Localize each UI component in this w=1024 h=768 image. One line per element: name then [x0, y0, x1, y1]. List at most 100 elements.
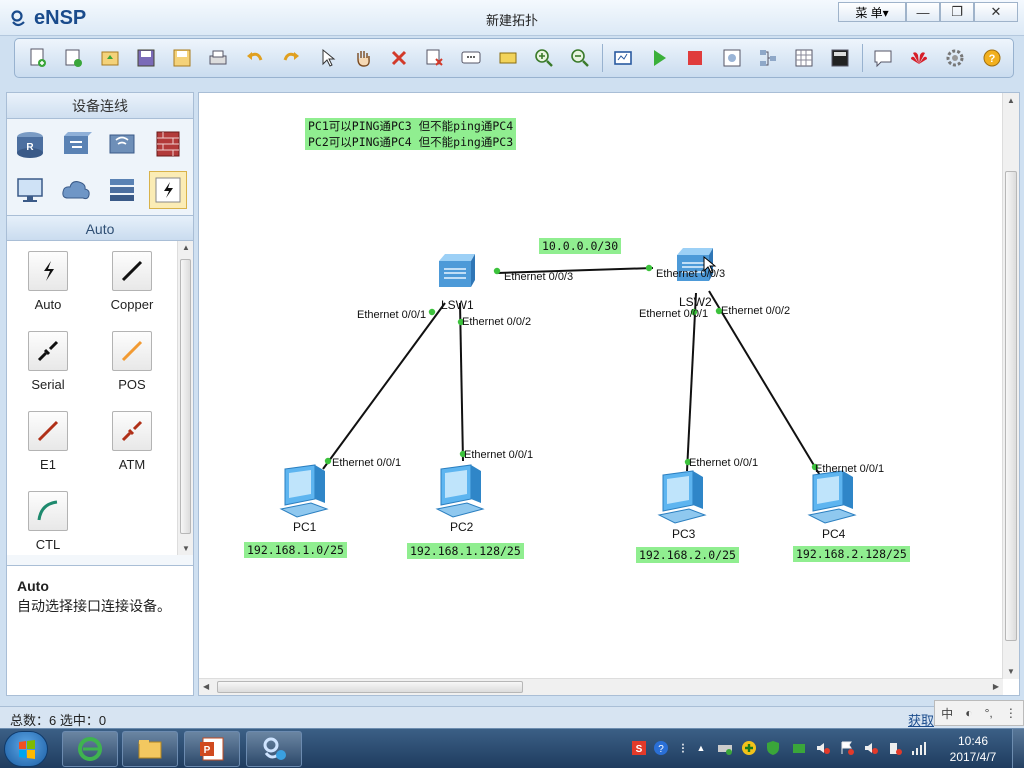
scrollbar-thumb[interactable]: [1005, 171, 1017, 641]
green-status-icon[interactable]: [790, 739, 808, 757]
link-lsw1-pc1[interactable]: [322, 302, 446, 470]
cable-atm[interactable]: ATM: [97, 411, 167, 472]
topology-button[interactable]: [753, 43, 782, 73]
subnet-label[interactable]: 192.168.1.128/25: [407, 543, 524, 559]
cli-button[interactable]: [825, 43, 854, 73]
lsw1-switch-icon[interactable]: [433, 249, 479, 295]
ime-punctuation-icon[interactable]: °,: [985, 706, 993, 720]
pc3-icon[interactable]: [655, 469, 713, 527]
scroll-up-arrow-icon[interactable]: ▲: [1007, 96, 1015, 105]
help-button[interactable]: ?: [977, 43, 1006, 73]
new-topology-button[interactable]: [23, 43, 52, 73]
status-link[interactable]: 获取: [908, 710, 934, 729]
save-as-button[interactable]: [168, 43, 197, 73]
ime-toolbar[interactable]: 中 ◐ °, ⋮: [934, 700, 1024, 726]
undo-button[interactable]: [240, 43, 269, 73]
open-button[interactable]: [95, 43, 124, 73]
tray-options-icon[interactable]: ⁝: [674, 739, 692, 757]
ime-settings-icon[interactable]: ⋮: [1005, 706, 1017, 720]
show-desktop-button[interactable]: [1012, 729, 1024, 768]
cable-ctl[interactable]: CTL: [13, 491, 83, 552]
mute-icon[interactable]: [814, 739, 832, 757]
explorer-taskbar-button[interactable]: [122, 731, 178, 767]
ime-half-width-icon[interactable]: ◐: [965, 706, 972, 720]
network-drive-icon[interactable]: [716, 739, 734, 757]
save-button[interactable]: [131, 43, 160, 73]
switch-category[interactable]: [57, 125, 95, 163]
chat-button[interactable]: [869, 43, 898, 73]
cable-e1[interactable]: E1: [13, 411, 83, 472]
sogou-ime-icon[interactable]: S: [630, 739, 648, 757]
scroll-left-arrow-icon[interactable]: ◀: [203, 682, 209, 691]
print-button[interactable]: [204, 43, 233, 73]
pc1-icon[interactable]: [277, 463, 335, 521]
ensp-taskbar-button[interactable]: [246, 731, 302, 767]
connection-category[interactable]: [149, 171, 187, 209]
pan-button[interactable]: [348, 43, 377, 73]
zoom-out-button[interactable]: [565, 43, 594, 73]
settings-button[interactable]: [941, 43, 970, 73]
scroll-down-arrow-icon[interactable]: ▼: [182, 544, 190, 553]
fit-view-button[interactable]: [608, 43, 637, 73]
text-note[interactable]: PC1可以PING通PC3 但不能ping通PC4: [305, 118, 517, 134]
cable-list-scrollbar[interactable]: ▲ ▼: [177, 241, 193, 555]
add-text-button[interactable]: [457, 43, 486, 73]
shield-icon[interactable]: [764, 739, 782, 757]
topology-canvas[interactable]: PC1可以PING通PC3 但不能ping通PC4 PC2可以PING通PC4 …: [199, 93, 1003, 679]
scroll-up-arrow-icon[interactable]: ▲: [182, 243, 190, 252]
subnet-label[interactable]: 192.168.1.0/25: [244, 542, 347, 558]
menu-button[interactable]: 菜 单▾: [838, 2, 906, 22]
trunk-subnet-label[interactable]: 10.0.0.0/30: [539, 238, 622, 254]
clock[interactable]: 10:46 2017/4/7: [938, 733, 1008, 765]
scrollbar-thumb[interactable]: [217, 681, 523, 693]
pc4-icon[interactable]: [805, 469, 863, 527]
ime-mode[interactable]: 中: [941, 705, 953, 722]
zoom-in-button[interactable]: [529, 43, 558, 73]
scroll-right-arrow-icon[interactable]: ▶: [993, 682, 999, 691]
other-device-category[interactable]: [103, 171, 141, 209]
subnet-label[interactable]: 192.168.2.0/25: [636, 547, 739, 563]
show-hidden-icons-icon[interactable]: ▲: [692, 739, 710, 757]
scroll-down-arrow-icon[interactable]: ▼: [1007, 667, 1015, 676]
signal-icon[interactable]: [910, 739, 928, 757]
cloud-category[interactable]: [57, 171, 95, 209]
canvas-horizontal-scrollbar[interactable]: ◀ ▶: [199, 678, 1003, 695]
powerpoint-taskbar-button[interactable]: P: [184, 731, 240, 767]
select-button[interactable]: [312, 43, 341, 73]
scrollbar-thumb[interactable]: [180, 259, 191, 534]
cable-pos[interactable]: POS: [97, 331, 167, 392]
delete-links-button[interactable]: [421, 43, 450, 73]
security-plus-icon[interactable]: [740, 739, 758, 757]
router-category[interactable]: R: [11, 125, 49, 163]
delete-button[interactable]: [385, 43, 414, 73]
add-shape-button[interactable]: [493, 43, 522, 73]
subnet-label[interactable]: 192.168.2.128/25: [793, 546, 910, 562]
cable-serial[interactable]: Serial: [13, 331, 83, 392]
cable-auto[interactable]: Auto: [13, 251, 83, 312]
link-lsw2-pc4[interactable]: [708, 290, 822, 478]
pc-category[interactable]: [11, 171, 49, 209]
start-button[interactable]: [4, 731, 48, 767]
volume-icon[interactable]: [862, 739, 880, 757]
new-lab-button[interactable]: [59, 43, 88, 73]
help-tray-icon[interactable]: ?: [652, 739, 670, 757]
pc2-icon[interactable]: [433, 463, 491, 521]
restore-button[interactable]: ❐: [940, 2, 974, 22]
text-note[interactable]: PC2可以PING通PC4 但不能ping通PC3: [305, 134, 517, 150]
firewall-category[interactable]: [149, 125, 187, 163]
canvas-vertical-scrollbar[interactable]: ▲ ▼: [1002, 93, 1019, 679]
minimize-button[interactable]: —: [906, 2, 940, 22]
pc3-label: PC3: [672, 527, 696, 541]
stop-device-button[interactable]: [681, 43, 710, 73]
start-device-button[interactable]: [645, 43, 674, 73]
redo-button[interactable]: [276, 43, 305, 73]
grid-button[interactable]: [789, 43, 818, 73]
flag-alert-icon[interactable]: [838, 739, 856, 757]
ie-taskbar-button[interactable]: [62, 731, 118, 767]
capture-button[interactable]: [717, 43, 746, 73]
huawei-button[interactable]: [905, 43, 934, 73]
close-button[interactable]: ✕: [974, 2, 1018, 22]
cable-copper[interactable]: Copper: [97, 251, 167, 312]
power-icon[interactable]: [886, 739, 904, 757]
wlan-category[interactable]: [103, 125, 141, 163]
